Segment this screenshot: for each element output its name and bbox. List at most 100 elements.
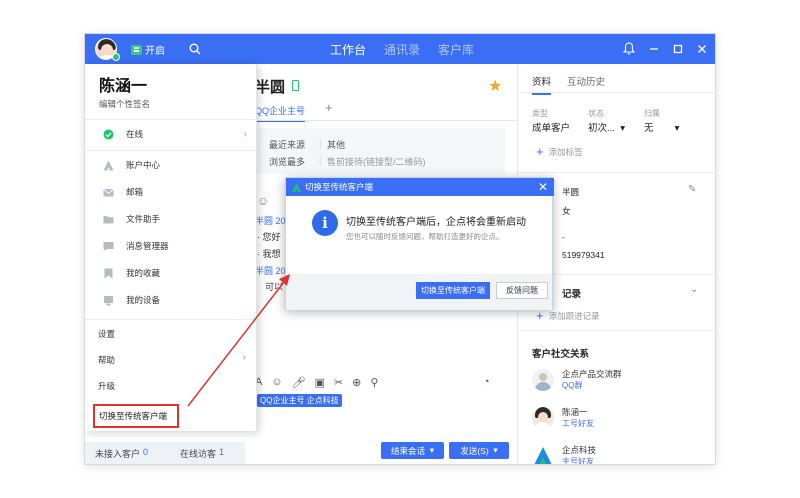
bell-icon[interactable] — [623, 42, 635, 55]
social-item[interactable]: 陈涵一 工号好友 — [532, 406, 594, 429]
menu-item-status[interactable]: 在线 › — [85, 123, 257, 145]
online-visitors-label: 在线访客 — [180, 449, 217, 459]
quick-reply-icon[interactable]: ⊕ — [352, 376, 361, 389]
menu-item-switch-client[interactable]: 切换至传统客户端 — [93, 404, 179, 428]
menu-item-my-devices[interactable]: 我的设备 — [85, 289, 257, 311]
unassigned-label: 未接入客户 — [95, 449, 141, 459]
message-icon — [103, 241, 114, 251]
info-icon: i — [312, 210, 338, 236]
message-text: · 我想 — [257, 249, 281, 259]
window-controls — [623, 42, 707, 55]
nav-contacts[interactable]: 通讯录 — [384, 41, 420, 58]
menu-item-favorites[interactable]: 我的收藏 — [85, 262, 257, 284]
social-sub: 主号好友 — [562, 457, 594, 464]
bookmark-icon — [104, 268, 113, 278]
social-name: 陈涵一 — [562, 407, 588, 417]
unassigned-count[interactable]: 0 — [143, 447, 148, 457]
menu-item-file-assistant[interactable]: 文件助手 — [85, 208, 257, 230]
status-label: 状态 — [588, 109, 604, 118]
dialog-title-bar: 切换至传统客户端 ✕ — [286, 178, 554, 196]
close-icon[interactable] — [697, 44, 707, 54]
screenshot-icon[interactable]: ✂ — [334, 376, 343, 389]
search-icon[interactable] — [189, 43, 201, 55]
plus-icon: + — [536, 308, 544, 323]
menu-item-settings[interactable]: 设置 — [98, 328, 115, 340]
menu-item-help[interactable]: 帮助 — [98, 354, 115, 366]
account-icon — [103, 160, 114, 170]
mobile-icon — [292, 80, 299, 91]
open-toggle-button[interactable]: 开启 — [131, 42, 165, 57]
emoji-icon[interactable]: ☺ — [271, 376, 282, 389]
add-tab-icon[interactable]: + — [325, 100, 333, 115]
status-bar: 未接入客户 0 在线访客 1 — [85, 442, 245, 464]
social-sub: QQ群 — [562, 381, 583, 390]
open-label: 开启 — [145, 46, 165, 57]
record-title: 记录 — [562, 289, 582, 300]
source-value: 其他 — [327, 140, 346, 150]
owner-label: 归属 — [644, 109, 660, 118]
add-tag-link[interactable]: + 添加标签 — [536, 144, 583, 159]
nav-customer-library[interactable]: 客户库 — [438, 41, 474, 58]
menu-item-upgrade[interactable]: 升级 — [98, 380, 115, 392]
profile-menu: 陈涵一 编辑个性签名 在线› 账户中心 邮箱 文件助手 消息管理器 我的收藏 — [85, 64, 257, 431]
image-icon[interactable]: ▣ — [315, 376, 325, 389]
divider — [245, 120, 517, 121]
customer-name: 半圆 — [562, 187, 580, 197]
nav-workbench[interactable]: 工作台 — [330, 41, 366, 58]
company-logo-icon — [534, 446, 552, 464]
history-icon[interactable]: ◔ — [483, 376, 490, 388]
transfer-icon[interactable]: ⚲ — [370, 376, 378, 389]
maximize-icon[interactable] — [673, 44, 683, 54]
owner-value[interactable]: 无 ▾ — [644, 120, 679, 134]
message-text: · 您好 — [257, 232, 281, 242]
social-name: 企点科技 — [562, 445, 597, 455]
send-button[interactable]: 发送(S) ▾ — [449, 442, 509, 459]
menu-item-mail[interactable]: 邮箱 — [85, 181, 257, 203]
source-label: 最近来源 — [269, 140, 306, 150]
add-record-link[interactable]: + 添加跟进记录 — [536, 308, 600, 323]
edit-signature-link[interactable]: 编辑个性签名 — [99, 98, 150, 110]
minimize-icon[interactable] — [649, 44, 659, 54]
edit-icon[interactable]: ✎ — [688, 184, 696, 195]
main-nav: 工作台 通讯录 客户库 — [330, 41, 474, 58]
flag-icon — [131, 44, 142, 55]
online-visitors-count[interactable]: 1 — [219, 447, 224, 457]
contact-name: 半圆 — [255, 79, 286, 96]
social-title: 客户社交关系 — [532, 349, 590, 360]
input-toolbar: A ☺ 🎤︎ ▣ ✂ ⊕ ⚲ — [255, 376, 378, 389]
feedback-button[interactable]: 反馈问题 — [496, 282, 548, 299]
app-logo-icon — [292, 182, 301, 192]
menu-item-message-manager[interactable]: 消息管理器 — [85, 235, 257, 257]
dialog-title: 切换至传统客户端 — [305, 182, 374, 192]
chevron-down-icon[interactable]: ⌄ — [690, 284, 698, 295]
star-icon[interactable]: ★ — [488, 76, 502, 96]
status-value[interactable]: 初次... ▾ — [588, 120, 625, 134]
switch-client-dialog: 切换至传统客户端 ✕ i 切换至传统客户端后，企点将会重新启动 您也可以随时反馈… — [285, 177, 554, 310]
browse-value: 售前接待(链接型/二维码) — [327, 157, 426, 167]
type-value[interactable]: 成单客户 — [532, 120, 570, 134]
dialog-submessage: 您也可以随时反馈问题，帮助打造更好的企点。 — [346, 232, 504, 241]
mail-icon — [103, 188, 114, 196]
app-window: 开启 工作台 通讯录 客户库 半圆 ★ QQ企业主号 + 最近来源 | 其他 浏… — [85, 34, 715, 464]
confirm-switch-button[interactable]: 切换至传统客户端 — [416, 282, 490, 299]
group-avatar — [532, 368, 554, 391]
message-text: 可以 — [265, 282, 284, 292]
social-item[interactable]: 企点产品交流群 QQ群 — [532, 368, 622, 391]
dialog-footer: 切换至传统客户端 反馈问题 — [286, 274, 552, 310]
field-dash: - — [562, 232, 565, 242]
mic-icon[interactable]: 🎤︎ — [292, 376, 306, 389]
plus-icon: + — [536, 144, 544, 159]
qq-number: 519979341 — [562, 250, 605, 260]
menu-item-account-center[interactable]: 账户中心 — [85, 154, 257, 176]
gender-value: 女 — [562, 206, 571, 216]
dialog-close-icon[interactable]: ✕ — [538, 180, 548, 194]
contact-avatar — [532, 406, 554, 429]
type-label: 类型 — [532, 109, 548, 118]
online-check-icon — [103, 129, 114, 139]
folder-icon — [103, 215, 114, 223]
end-session-button[interactable]: 结束会话 ▾ — [381, 442, 444, 459]
visitor-info-box: 最近来源 | 其他 浏览最多 | 售前接待(链接型/二维码) — [255, 128, 505, 174]
social-item[interactable]: 企点科技 主号好友 — [532, 444, 596, 464]
chat-tool-icon[interactable]: ☺ — [257, 194, 269, 208]
device-icon — [104, 295, 113, 305]
